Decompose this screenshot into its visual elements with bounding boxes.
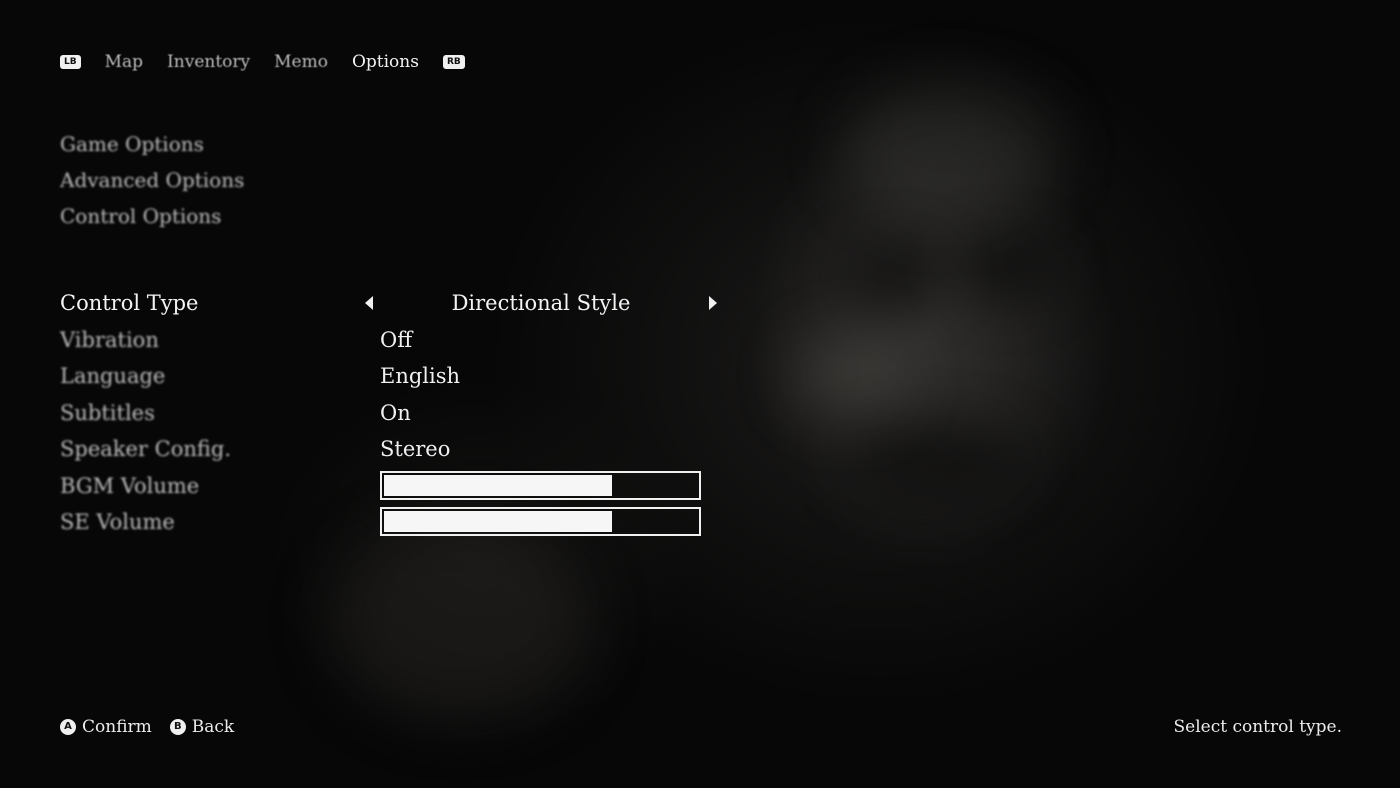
top-navigation: LB Map Inventory Memo Options RB xyxy=(60,48,465,76)
setting-label: Vibration xyxy=(60,327,159,352)
setting-label: Speaker Config. xyxy=(60,437,232,461)
setting-value: On xyxy=(380,400,411,425)
slider-fill xyxy=(384,474,612,496)
setting-row-speaker-config[interactable]: Speaker Config. Stereo xyxy=(60,431,760,468)
setting-label: Subtitles xyxy=(60,400,155,425)
setting-row-subtitles[interactable]: Subtitles On xyxy=(60,395,760,432)
se-volume-slider[interactable] xyxy=(380,507,701,536)
background-blur-cheek xyxy=(790,330,910,420)
setting-row-se-volume[interactable]: SE Volume xyxy=(60,504,760,541)
setting-value: English xyxy=(380,364,461,388)
submenu-item-game-options[interactable]: Game Options xyxy=(60,126,244,162)
help-text: Select control type. xyxy=(1173,717,1342,737)
control-type-selector[interactable]: Directional Style xyxy=(363,285,719,321)
background-blur-eye-left xyxy=(850,250,940,300)
arrow-right-icon[interactable] xyxy=(709,296,717,310)
tab-map[interactable]: Map xyxy=(105,52,143,72)
setting-row-vibration[interactable]: Vibration Off xyxy=(60,322,760,359)
setting-label: Control Type xyxy=(60,291,199,315)
tab-memo[interactable]: Memo xyxy=(274,52,328,72)
setting-value: Off xyxy=(380,327,413,352)
slider-fill xyxy=(384,511,612,532)
setting-row-bgm-volume[interactable]: BGM Volume xyxy=(60,468,760,505)
setting-label: BGM Volume xyxy=(60,473,200,498)
setting-row-language[interactable]: Language English xyxy=(60,358,760,395)
settings-list: Control Type Directional Style Vibration… xyxy=(60,285,760,541)
background-blur-eye-right xyxy=(960,245,1050,295)
button-prompts: A Confirm B Back xyxy=(60,714,234,740)
submenu-item-advanced-options[interactable]: Advanced Options xyxy=(60,162,244,198)
options-submenu: Game Options Advanced Options Control Op… xyxy=(60,126,244,234)
setting-value: Directional Style xyxy=(451,291,631,315)
tab-inventory[interactable]: Inventory xyxy=(167,52,250,72)
setting-label: Language xyxy=(60,364,166,388)
b-button-icon: B xyxy=(169,719,186,735)
tab-options[interactable]: Options xyxy=(352,52,419,72)
submenu-item-control-options[interactable]: Control Options xyxy=(60,198,244,234)
rb-button-icon[interactable]: RB xyxy=(442,55,465,69)
confirm-prompt[interactable]: Confirm xyxy=(82,717,152,737)
back-prompt[interactable]: Back xyxy=(192,717,234,737)
setting-label: SE Volume xyxy=(60,510,175,534)
background-blur-mouth xyxy=(850,430,1020,490)
setting-row-control-type[interactable]: Control Type Directional Style xyxy=(60,285,760,322)
background-blur-arm xyxy=(330,520,590,720)
background-blur-forehead xyxy=(840,80,1060,220)
a-button-icon: A xyxy=(60,719,76,735)
setting-value: Stereo xyxy=(380,437,451,461)
bgm-volume-slider[interactable] xyxy=(380,470,701,500)
lb-button-icon[interactable]: LB xyxy=(60,55,81,69)
